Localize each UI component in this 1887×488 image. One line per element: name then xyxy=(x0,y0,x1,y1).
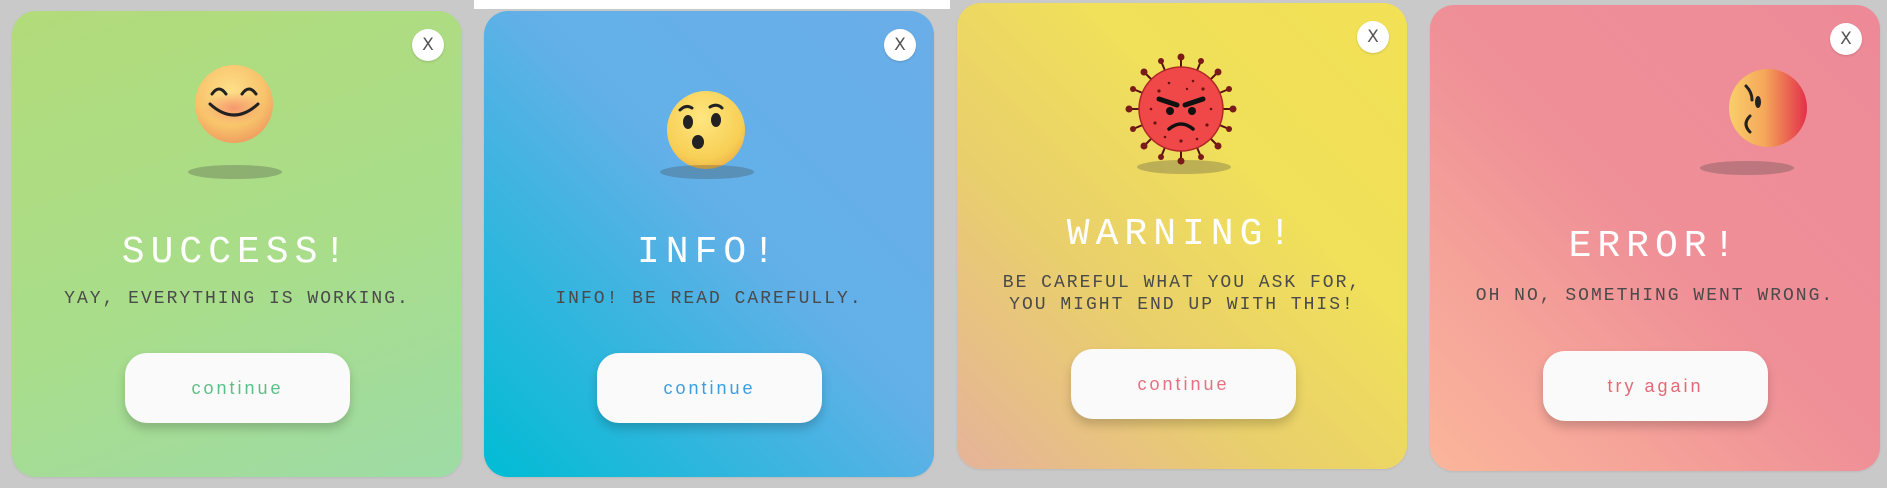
button-label: continue xyxy=(1137,373,1230,394)
continue-button[interactable]: continue xyxy=(597,353,822,423)
close-button[interactable]: X xyxy=(1830,23,1862,55)
button-label: try again xyxy=(1607,375,1704,396)
try-again-button[interactable]: try again xyxy=(1543,351,1768,421)
card-message-line2: YOU MIGHT END UP WITH THIS! xyxy=(1009,295,1355,315)
top-strip xyxy=(474,0,950,9)
emoji-shadow xyxy=(660,165,754,179)
smiling-face-icon xyxy=(195,65,273,143)
sad-face-icon xyxy=(1729,69,1807,147)
card-title: INFO! xyxy=(636,231,782,274)
close-label: X xyxy=(422,35,434,55)
close-label: X xyxy=(1367,27,1379,47)
warning-card: X WARNING! BE CAREFUL WHAT YOU ASK FOR, … xyxy=(957,3,1407,469)
close-button[interactable]: X xyxy=(884,29,916,61)
card-message-line1: BE CAREFUL WHAT YOU ASK FOR, xyxy=(1002,273,1362,293)
card-message: OH NO, SOMETHING WENT WRONG. xyxy=(1475,286,1835,306)
button-label: continue xyxy=(663,377,756,398)
continue-button[interactable]: continue xyxy=(1071,349,1296,419)
close-button[interactable]: X xyxy=(412,29,444,61)
card-message: INFO! BE READ CAREFULLY. xyxy=(555,289,863,309)
close-button[interactable]: X xyxy=(1357,21,1389,53)
success-card: X SUCCESS! YAY, EVERYTHING IS WORKING. c… xyxy=(12,11,462,477)
emoji-shadow xyxy=(1700,161,1794,175)
info-card: X INFO! INFO! BE READ CAREFULLY. continu… xyxy=(484,11,934,477)
close-label: X xyxy=(1840,29,1852,49)
card-message: BE CAREFUL WHAT YOU ASK FOR, YOU MIGHT E… xyxy=(957,272,1407,316)
card-title: SUCCESS! xyxy=(121,231,353,274)
surprised-face-icon xyxy=(667,91,745,169)
emoji-shadow xyxy=(188,165,282,179)
angry-virus-icon xyxy=(1125,53,1237,165)
card-message: YAY, EVERYTHING IS WORKING. xyxy=(64,289,410,309)
continue-button[interactable]: continue xyxy=(125,353,350,423)
card-title: WARNING! xyxy=(1066,213,1298,256)
card-title: ERROR! xyxy=(1568,225,1742,268)
error-card: X ERROR! OH NO, SOMETHING WENT WRONG. tr… xyxy=(1430,5,1880,471)
button-label: continue xyxy=(191,377,284,398)
close-label: X xyxy=(894,35,906,55)
